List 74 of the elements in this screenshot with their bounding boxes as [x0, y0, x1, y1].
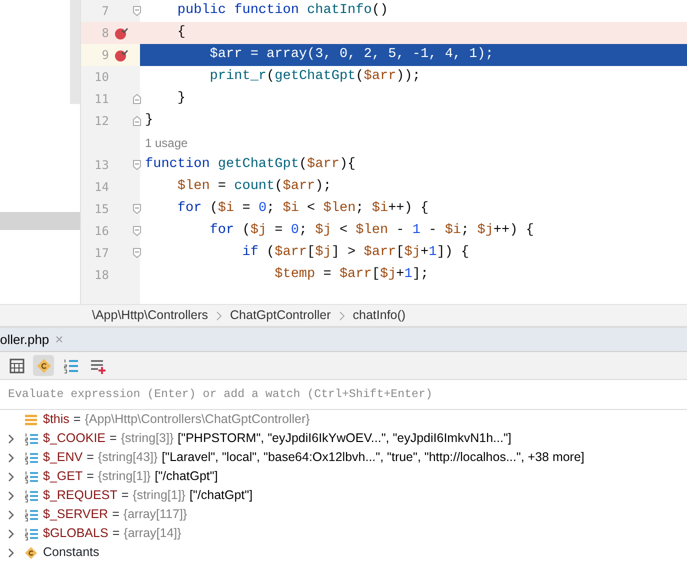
- equals-sign: =: [110, 430, 117, 448]
- variable-type: {array[117]}: [123, 506, 188, 524]
- fold-marker-icon[interactable]: [133, 6, 141, 16]
- equals-sign: =: [86, 449, 94, 466]
- array-icon: [24, 432, 38, 446]
- code-line: for ($i = 0; $i < $len; $i++) {: [176, 200, 430, 218]
- variable-value: ["/chatGpt"]: [189, 487, 253, 504]
- variable-type: {array[14]}: [124, 525, 182, 542]
- fold-marker-icon[interactable]: [133, 116, 141, 126]
- code-line: print_r(getChatGpt($arr));: [208, 68, 422, 86]
- equals-sign: =: [121, 487, 129, 504]
- array-icon: [24, 450, 38, 464]
- scrollbar-thumb[interactable]: [70, 0, 80, 104]
- variable-name[interactable]: $GLOBALS: [43, 524, 108, 543]
- constant-button[interactable]: [33, 355, 54, 376]
- variable-name[interactable]: $_SERVER: [43, 505, 108, 524]
- breakpoint-icon[interactable]: [114, 48, 128, 62]
- chevron-icon: [216, 310, 222, 320]
- variable-type: {string[1]}: [98, 468, 151, 486]
- variable-name[interactable]: $_COOKIE: [43, 429, 106, 448]
- line-number: 15: [94, 201, 110, 218]
- fold-marker-icon[interactable]: [133, 226, 141, 236]
- constant-icon: [24, 546, 38, 560]
- fold-marker-icon[interactable]: [133, 204, 141, 214]
- equals-sign: =: [86, 468, 94, 486]
- variable-type: {string[3]}: [120, 430, 174, 448]
- line-number: 11: [94, 91, 110, 108]
- array-icon: [24, 470, 38, 484]
- variable-value: ["Laravel", "local", "base64:Ox12lbvh...", "true", "http://localhos...", +38 more]: [162, 449, 584, 466]
- array-icon: [24, 508, 38, 522]
- code-line: function getChatGpt($arr){: [144, 156, 357, 174]
- variable-type: {App\Http\Controllers\ChatGptController}: [84, 411, 310, 428]
- line-number: 7: [100, 3, 110, 20]
- breadcrumb-item[interactable]: ChatGptController: [230, 306, 331, 325]
- variable-value: ["PHPSTORM", "eyJpdiI6IkYwOEV...", "eyJpdiI6ImkvN1h..."]: [178, 430, 512, 448]
- file-tab[interactable]: oller.php ×: [0, 329, 72, 350]
- variable-value: ["/chatGpt"]: [154, 468, 218, 486]
- field-icon: [24, 412, 38, 426]
- line-number: 10: [94, 69, 110, 86]
- code-line: }: [176, 90, 187, 108]
- fold-marker-icon[interactable]: [133, 160, 141, 170]
- chevron-icon: [338, 310, 345, 320]
- breadcrumb-item[interactable]: chatInfo(): [352, 306, 406, 325]
- code-line: if ($arr[$j] > $arr[$j+1]) {: [241, 244, 470, 262]
- fold-marker-icon[interactable]: [133, 94, 141, 104]
- variable-name[interactable]: $_ENV: [43, 448, 83, 467]
- line-number: 13: [94, 157, 110, 174]
- usage-hint[interactable]: 1 usage: [145, 136, 188, 150]
- variable-name[interactable]: $_GET: [43, 467, 83, 486]
- line-number: 16: [94, 223, 110, 240]
- fold-marker-icon[interactable]: [133, 248, 141, 258]
- breakpoint-icon[interactable]: [114, 26, 128, 40]
- variable-type: {string[1]}: [132, 487, 186, 504]
- code-line: $temp = $arr[$j+1];: [274, 266, 430, 284]
- breadcrumb-item[interactable]: \App\Http\Controllers: [92, 306, 208, 325]
- equals-sign: =: [112, 525, 120, 542]
- line-number: 12: [94, 113, 110, 130]
- code-line: $len = count($arr);: [176, 178, 332, 196]
- equals-sign: =: [73, 411, 81, 428]
- code-line: public function chatInfo(): [176, 2, 390, 20]
- code-line: }: [144, 112, 154, 130]
- code-line: for ($j = 0; $j < $len - 1 - $i; $j++) {: [208, 222, 535, 240]
- line-number: 18: [94, 267, 110, 284]
- equals-sign: =: [112, 506, 120, 524]
- variable-name[interactable]: Constants: [43, 543, 100, 562]
- variable-type: {string[43]}: [98, 449, 158, 466]
- array-icon: [24, 488, 38, 502]
- line-number: 9: [100, 47, 110, 64]
- line-number: 17: [94, 245, 110, 262]
- variable-name[interactable]: $_REQUEST: [43, 486, 118, 505]
- line-number: 8: [100, 25, 110, 42]
- line-number: 14: [94, 179, 110, 196]
- variable-name[interactable]: $this: [43, 410, 70, 429]
- array-icon: [24, 526, 38, 540]
